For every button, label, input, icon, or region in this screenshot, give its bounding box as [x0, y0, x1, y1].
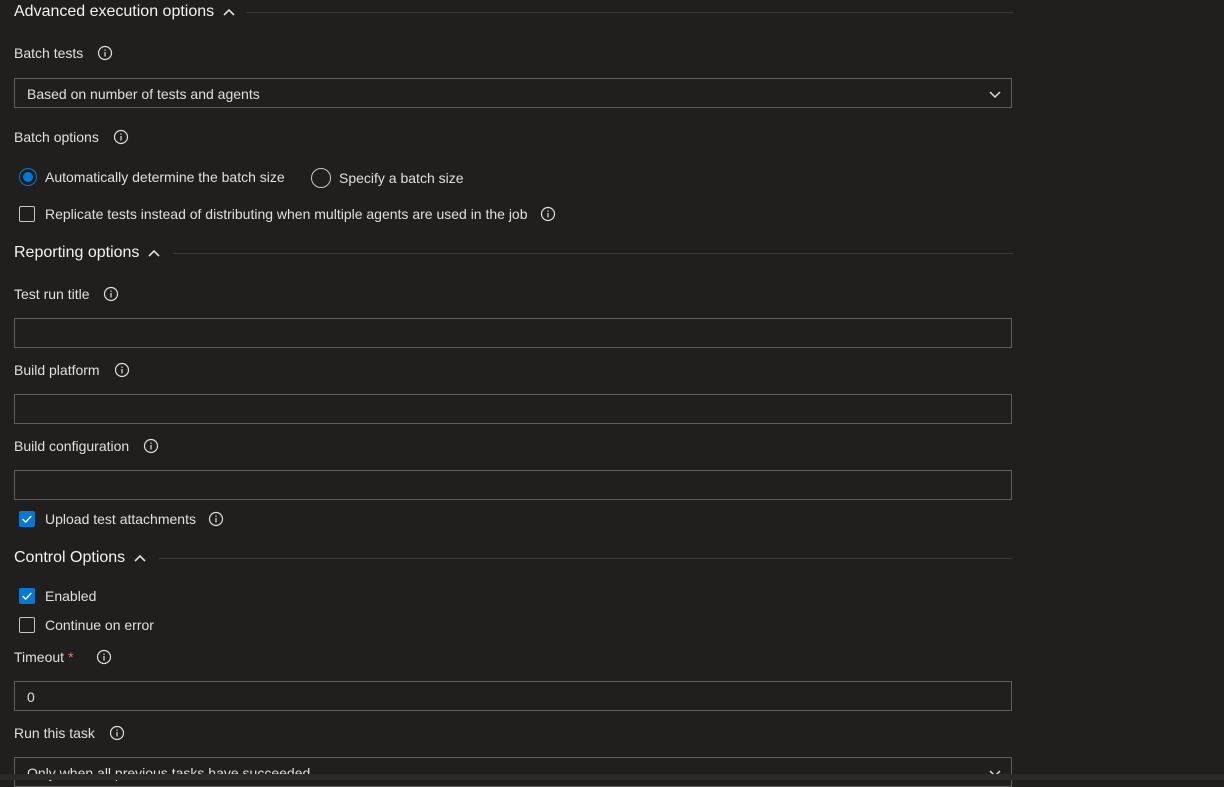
- section-title: Reporting options: [14, 244, 140, 261]
- checkbox-label: Upload test attachments: [45, 511, 196, 527]
- label-text: Run this task: [14, 725, 95, 741]
- label-text: Build platform: [14, 362, 100, 378]
- radio-selected-indicator: [19, 168, 37, 186]
- label-text: Batch options: [14, 129, 99, 145]
- chevron-up-icon: [148, 249, 160, 257]
- test-run-title-input[interactable]: [14, 318, 1012, 348]
- run-this-task-dropdown[interactable]: Only when all previous tasks have succee…: [14, 757, 1012, 787]
- checkbox-label: Enabled: [45, 588, 97, 604]
- section-control-options[interactable]: Control Options: [14, 549, 147, 567]
- label-text: Timeout: [14, 649, 65, 665]
- timeout-input[interactable]: 0: [14, 681, 1012, 711]
- required-marker: *: [68, 649, 74, 665]
- info-icon[interactable]: [109, 725, 125, 741]
- test-run-title-label: Test run title: [14, 286, 119, 302]
- info-icon[interactable]: [103, 286, 119, 302]
- label-text: Test run title: [14, 286, 90, 302]
- enabled-checkbox[interactable]: Enabled: [19, 588, 96, 604]
- radio-indicator: [311, 168, 331, 188]
- info-icon[interactable]: [114, 362, 130, 378]
- label-text: Build configuration: [14, 438, 130, 454]
- section-divider: [159, 558, 1013, 559]
- info-icon[interactable]: [208, 511, 224, 527]
- info-icon[interactable]: [143, 438, 159, 454]
- replicate-tests-checkbox[interactable]: Replicate tests instead of distributing …: [19, 206, 556, 222]
- section-title: Advanced execution options: [14, 3, 215, 20]
- radio-label: Automatically determine the batch size: [45, 169, 285, 185]
- info-icon[interactable]: [113, 129, 129, 145]
- checkmark-icon: [22, 592, 32, 601]
- checkmark-icon: [22, 515, 32, 524]
- chevron-up-icon: [223, 8, 235, 16]
- build-configuration-label: Build configuration: [14, 438, 159, 454]
- label-text: Batch tests: [14, 45, 84, 61]
- checkbox-box: [19, 206, 35, 222]
- info-icon[interactable]: [97, 45, 113, 61]
- bottom-scroll-edge: [0, 774, 1224, 780]
- info-icon[interactable]: [96, 649, 112, 665]
- section-title: Control Options: [14, 549, 126, 566]
- radio-auto-batch-size[interactable]: Automatically determine the batch size: [19, 168, 285, 186]
- chevron-up-icon: [134, 554, 146, 562]
- checkbox-box-checked: [19, 511, 35, 527]
- run-this-task-label: Run this task: [14, 725, 125, 741]
- task-settings-panel: Advanced execution options Batch tests B…: [0, 0, 1224, 787]
- timeout-label: Timeout *: [14, 649, 112, 665]
- checkbox-label: Replicate tests instead of distributing …: [45, 206, 528, 222]
- continue-on-error-checkbox[interactable]: Continue on error: [19, 617, 154, 633]
- section-advanced-execution[interactable]: Advanced execution options: [14, 3, 236, 21]
- section-divider: [173, 253, 1013, 254]
- chevron-down-icon: [989, 91, 1001, 99]
- section-reporting[interactable]: Reporting options: [14, 244, 161, 262]
- batch-tests-dropdown[interactable]: Based on number of tests and agents: [14, 78, 1012, 108]
- dropdown-value: Based on number of tests and agents: [27, 86, 260, 102]
- upload-attachments-checkbox[interactable]: Upload test attachments: [19, 511, 224, 527]
- radio-specify-batch-size[interactable]: Specify a batch size: [311, 168, 464, 188]
- batch-tests-label: Batch tests: [14, 45, 113, 61]
- section-divider: [246, 12, 1013, 13]
- batch-options-label: Batch options: [14, 129, 129, 145]
- build-platform-input[interactable]: [14, 394, 1012, 424]
- build-platform-label: Build platform: [14, 362, 130, 378]
- build-configuration-input[interactable]: [14, 470, 1012, 500]
- checkbox-box-checked: [19, 588, 35, 604]
- radio-label: Specify a batch size: [339, 170, 464, 186]
- info-icon[interactable]: [540, 206, 556, 222]
- checkbox-box: [19, 617, 35, 633]
- checkbox-label: Continue on error: [45, 617, 154, 633]
- input-value: 0: [27, 689, 35, 705]
